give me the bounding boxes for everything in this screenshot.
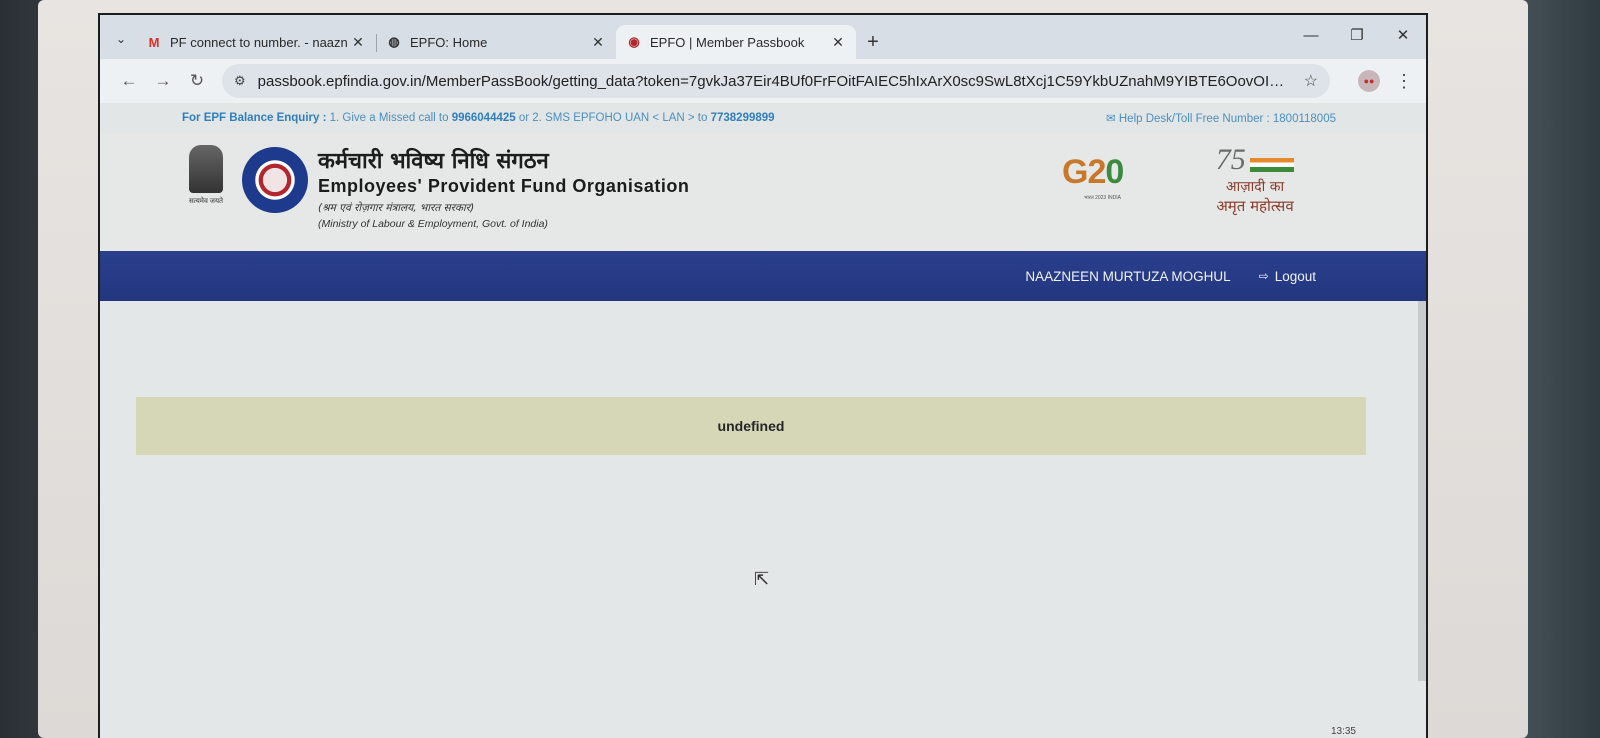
- azadi-line1: आज़ादी का: [1225, 179, 1285, 195]
- emblem-motto: सत्यमेव जयते: [188, 198, 224, 205]
- message-alert: undefined: [136, 397, 1366, 455]
- mouse-pointer-icon: ⇱: [754, 569, 770, 589]
- gmail-icon: M: [148, 34, 160, 50]
- new-tab-button[interactable]: +: [856, 25, 890, 59]
- close-window-icon[interactable]: ✕: [1380, 15, 1426, 55]
- back-icon[interactable]: ←: [112, 64, 146, 98]
- screen: ⌄ M PF connect to number. - naazn ✕ ◍ EP…: [98, 13, 1428, 738]
- close-icon[interactable]: ✕: [590, 34, 606, 51]
- tab-title: PF connect to number. - naazn: [170, 34, 348, 50]
- taskbar-clock: 13:35: [1330, 726, 1356, 737]
- browser-toolbar: ← → ↻ ⚙ passbook.epfindia.gov.in/MemberP…: [100, 59, 1426, 103]
- epfo-favicon-icon: ◉: [628, 34, 640, 49]
- g20-text: G2: [1062, 153, 1106, 191]
- ministry-hindi: (श्रम एवं रोज़गार मंत्रालय, भारत सरकार): [318, 202, 475, 214]
- window-controls: — ❐ ✕: [1288, 15, 1426, 55]
- site-info-icon[interactable]: ⚙: [234, 73, 246, 89]
- url-text[interactable]: passbook.epfindia.gov.in/MemberPassBook/…: [258, 73, 1294, 90]
- balance-enquiry-text: For EPF Balance Enquiry : 1. Give a Miss…: [182, 112, 775, 124]
- logout-icon: ⇨: [1258, 269, 1269, 283]
- emblem-lion-capital: [189, 145, 223, 193]
- web-page: For EPF Balance Enquiry : 1. Give a Miss…: [100, 103, 1426, 738]
- epfo-logo-icon: [242, 147, 308, 213]
- tab-title: EPFO: Home: [410, 34, 488, 50]
- site-header: सत्यमेव जयते कर्मचारी भविष्य निधि संगठन …: [100, 133, 1426, 251]
- minimize-icon[interactable]: —: [1288, 15, 1334, 55]
- g20-logo: G20: [1062, 153, 1124, 192]
- close-icon[interactable]: ✕: [350, 34, 366, 51]
- logout-button[interactable]: ⇨ Logout: [1259, 269, 1316, 284]
- globe-icon: ◍: [388, 34, 400, 49]
- forward-icon[interactable]: →: [146, 64, 180, 98]
- azadi-ka-amrit-mahotsav-logo: 75 आज़ादी का अमृत महोत्सव: [1200, 143, 1310, 216]
- address-bar[interactable]: ⚙ passbook.epfindia.gov.in/MemberPassBoo…: [222, 64, 1330, 98]
- sms-number: 7738299899: [710, 112, 775, 124]
- balance-enquiry-text1: 1. Give a Missed call to: [326, 112, 452, 124]
- org-name-hindi: कर्मचारी भविष्य निधि संगठन: [318, 149, 549, 174]
- tab-search-button[interactable]: ⌄: [106, 23, 136, 55]
- ministry-english: (Ministry of Labour & Employment, Govt. …: [318, 218, 548, 230]
- helpdesk-text: Help Desk/Toll Free Number : 1800118005: [1118, 113, 1336, 125]
- missed-call-number: 9966044425: [451, 112, 516, 124]
- menu-icon[interactable]: ⋮: [1394, 71, 1414, 92]
- page-scrollbar[interactable]: [1418, 301, 1426, 681]
- azadi-line2: अमृत महोत्सव: [1216, 197, 1294, 215]
- balance-enquiry-text2: or 2. SMS EPFOHO UAN < LAN > to: [515, 112, 711, 124]
- org-name-english: Employees' Provident Fund Organisation: [318, 176, 690, 196]
- tab-title: EPFO | Member Passbook: [650, 34, 805, 50]
- g20-subtext: भारत 2023 INDIA: [1084, 195, 1121, 201]
- alert-message: undefined: [717, 418, 785, 434]
- azadi-75: 75: [1215, 143, 1246, 176]
- tricolor-flag-icon: [1250, 157, 1295, 172]
- user-name[interactable]: NAAZNEEN MURTUZA MOGHUL: [1025, 269, 1230, 284]
- balance-enquiry-label: For EPF Balance Enquiry :: [182, 112, 327, 124]
- tab-member-passbook[interactable]: ◉ EPFO | Member Passbook ✕: [616, 25, 856, 59]
- restore-icon[interactable]: ❐: [1334, 15, 1380, 55]
- helpdesk-info: ✉ Help Desk/Toll Free Number : 180011800…: [1106, 111, 1336, 125]
- main-content: undefined ⇱ 13:35: [100, 301, 1426, 738]
- mail-icon: ✉: [1106, 113, 1119, 125]
- tab-gmail[interactable]: M PF connect to number. - naazn ✕: [136, 25, 377, 59]
- bookmark-star-icon[interactable]: ☆: [1304, 71, 1318, 91]
- g20-lotus-o: 0: [1105, 153, 1124, 191]
- main-navbar: NAAZNEEN MURTUZA MOGHUL ⇨ Logout: [100, 251, 1426, 301]
- balance-enquiry-bar: For EPF Balance Enquiry : 1. Give a Miss…: [100, 103, 1426, 133]
- tab-strip: ⌄ M PF connect to number. - naazn ✕ ◍ EP…: [100, 15, 1426, 59]
- logout-label: Logout: [1274, 268, 1316, 284]
- profile-avatar-icon[interactable]: ●●: [1358, 70, 1380, 92]
- national-emblem-icon: सत्यमेव जयते: [184, 145, 228, 213]
- reload-icon[interactable]: ↻: [180, 64, 214, 98]
- tab-epfo-home[interactable]: ◍ EPFO: Home ✕: [376, 25, 616, 59]
- close-icon[interactable]: ✕: [830, 34, 846, 51]
